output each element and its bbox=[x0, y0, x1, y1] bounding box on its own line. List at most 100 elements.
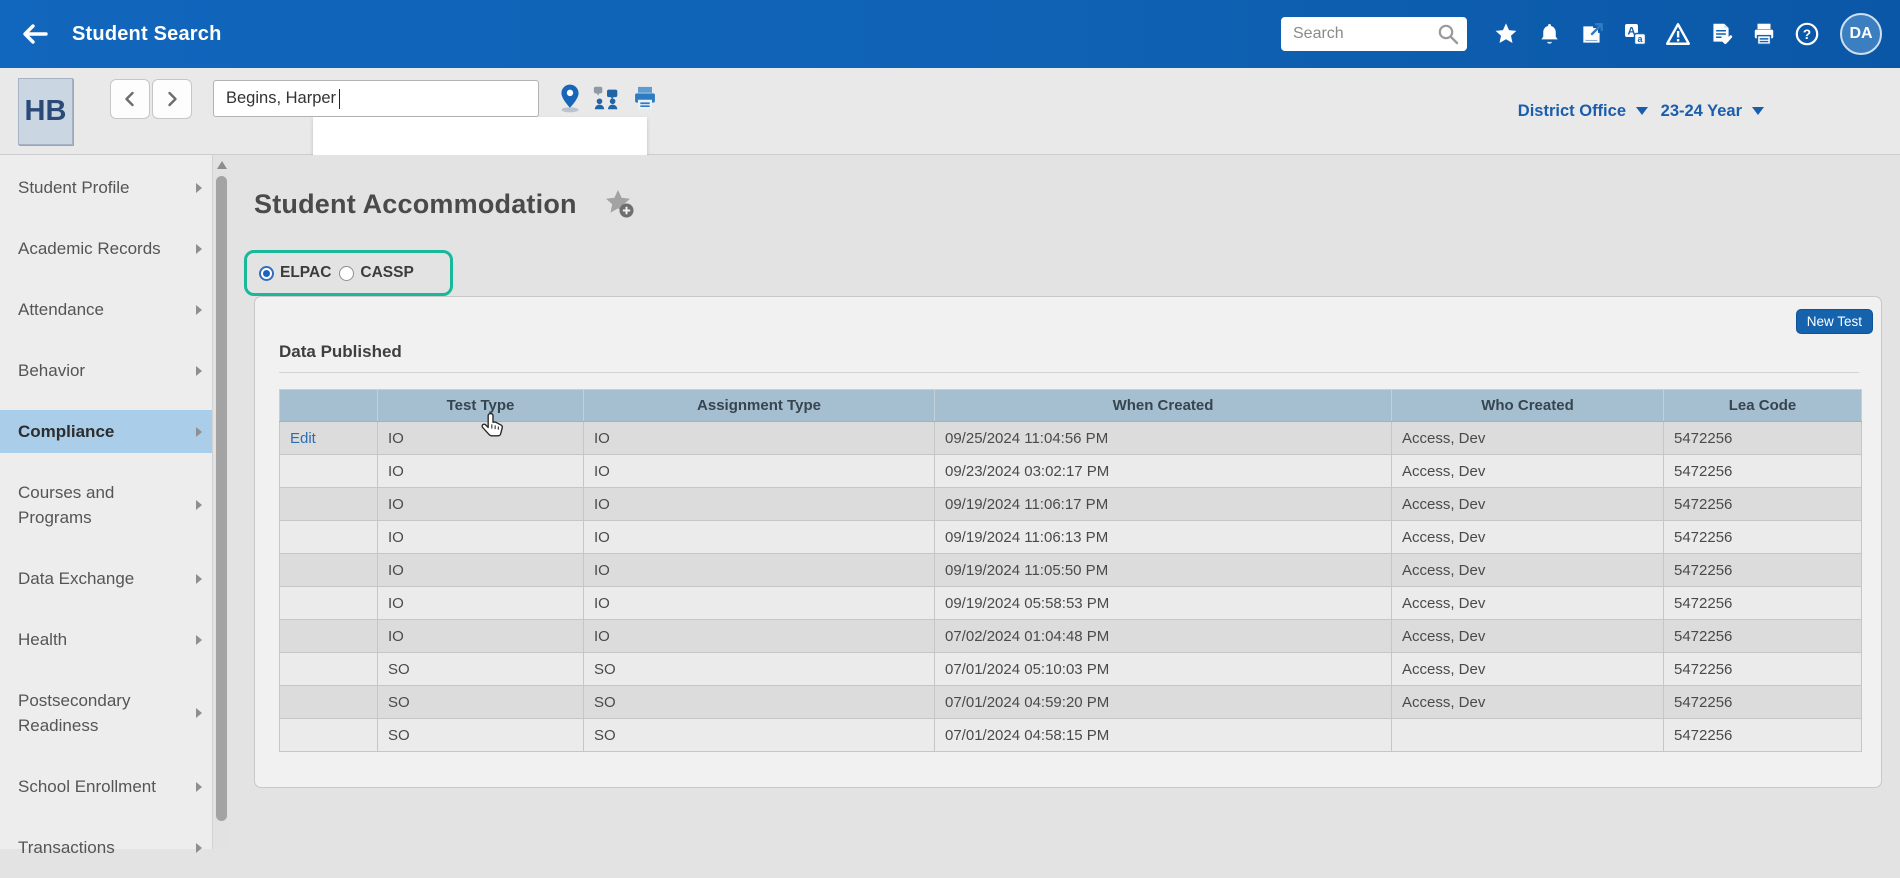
student-context-bar: HB District Office 23-24 Year bbox=[0, 68, 1900, 155]
cell-action bbox=[280, 488, 378, 521]
cell-when-created: 09/19/2024 05:58:53 PM bbox=[935, 587, 1392, 620]
cell-action bbox=[280, 587, 378, 620]
cell-action bbox=[280, 686, 378, 719]
back-arrow-icon bbox=[19, 18, 51, 50]
cell-assignment-type: SO bbox=[584, 653, 935, 686]
sidebar-item-label: Transactions bbox=[18, 835, 115, 860]
cell-assignment-type: IO bbox=[584, 422, 935, 455]
cell-assignment-type: IO bbox=[584, 488, 935, 521]
sidebar-item-label: Data Exchange bbox=[18, 566, 134, 591]
radio-option-elpac[interactable]: ELPAC bbox=[259, 264, 331, 282]
contacts-conference-icon[interactable] bbox=[592, 83, 622, 113]
sidebar-item-academic-records[interactable]: Academic Records bbox=[0, 218, 212, 279]
cell-test-type: SO bbox=[378, 686, 584, 719]
cell-assignment-type: IO bbox=[584, 587, 935, 620]
sidebar-item-school-enrollment[interactable]: School Enrollment bbox=[0, 756, 212, 817]
cell-lea-code: 5472256 bbox=[1664, 455, 1862, 488]
cell-lea-code: 5472256 bbox=[1664, 653, 1862, 686]
student-photo-placeholder: HB bbox=[18, 78, 73, 145]
scrollbar-up-arrow[interactable] bbox=[217, 161, 227, 169]
cell-who-created: Access, Dev bbox=[1392, 554, 1664, 587]
cell-action bbox=[280, 455, 378, 488]
translate-icon[interactable]: Aa bbox=[1622, 21, 1648, 47]
compose-new-window-icon[interactable] bbox=[1579, 21, 1605, 47]
new-test-button[interactable]: New Test bbox=[1796, 309, 1873, 334]
cell-when-created: 09/19/2024 11:06:17 PM bbox=[935, 488, 1392, 521]
sidebar-item-label: Behavior bbox=[18, 358, 85, 383]
cell-lea-code: 5472256 bbox=[1664, 488, 1862, 521]
column-header-assignment-type[interactable]: Assignment Type bbox=[584, 390, 935, 422]
cell-lea-code: 5472256 bbox=[1664, 587, 1862, 620]
column-header-lea-code[interactable]: Lea Code bbox=[1664, 390, 1862, 422]
user-avatar[interactable]: DA bbox=[1840, 13, 1882, 55]
sidebar-item-data-exchange[interactable]: Data Exchange bbox=[0, 548, 212, 609]
help-icon[interactable]: ? bbox=[1794, 21, 1820, 47]
next-student-button[interactable] bbox=[152, 79, 192, 119]
column-header-when-created[interactable]: When Created bbox=[935, 390, 1392, 422]
year-selector[interactable]: 23-24 Year bbox=[1661, 68, 1764, 154]
data-published-heading: Data Published bbox=[279, 342, 1859, 362]
cell-who-created: Access, Dev bbox=[1392, 620, 1664, 653]
cell-assignment-type: IO bbox=[584, 455, 935, 488]
sidebar-item-transactions[interactable]: Transactions bbox=[0, 817, 212, 878]
scrollbar-thumb[interactable] bbox=[216, 176, 227, 821]
notifications-bell-icon[interactable] bbox=[1536, 21, 1562, 47]
sidebar-item-health[interactable]: Health bbox=[0, 609, 212, 670]
radio-option-cassp[interactable]: CASSP bbox=[339, 264, 413, 282]
school-selector-label: District Office bbox=[1518, 102, 1626, 121]
edit-link[interactable]: Edit bbox=[290, 430, 316, 447]
cell-test-type: SO bbox=[378, 653, 584, 686]
cell-who-created: Access, Dev bbox=[1392, 653, 1664, 686]
table-header-row: Test TypeAssignment TypeWhen CreatedWho … bbox=[280, 390, 1862, 422]
chevron-right-icon bbox=[196, 635, 202, 645]
column-header-actions[interactable] bbox=[280, 390, 378, 422]
radio-button-icon[interactable] bbox=[259, 266, 274, 281]
chevron-right-icon bbox=[196, 574, 202, 584]
cell-when-created: 07/01/2024 04:59:20 PM bbox=[935, 686, 1392, 719]
chevron-right-icon bbox=[196, 305, 202, 315]
student-search-dropdown[interactable] bbox=[313, 117, 647, 155]
chevron-right-icon bbox=[196, 708, 202, 718]
sidebar-item-student-profile[interactable]: Student Profile bbox=[0, 157, 212, 218]
school-selector[interactable]: District Office bbox=[1518, 68, 1648, 154]
warning-triangle-icon[interactable] bbox=[1665, 21, 1691, 47]
cell-assignment-type: SO bbox=[584, 719, 935, 752]
table-row: IOIO09/19/2024 11:05:50 PMAccess, Dev547… bbox=[280, 554, 1862, 587]
back-button[interactable] bbox=[14, 13, 56, 55]
cell-lea-code: 5472256 bbox=[1664, 719, 1862, 752]
favorites-star-icon[interactable] bbox=[1493, 21, 1519, 47]
cell-when-created: 09/19/2024 11:06:13 PM bbox=[935, 521, 1392, 554]
student-name-input[interactable] bbox=[213, 80, 539, 117]
student-printer-icon[interactable] bbox=[630, 83, 660, 113]
column-header-who-created[interactable]: Who Created bbox=[1392, 390, 1664, 422]
previous-student-button[interactable] bbox=[110, 79, 150, 119]
cell-assignment-type: SO bbox=[584, 686, 935, 719]
cell-lea-code: 5472256 bbox=[1664, 620, 1862, 653]
page-context-title: Student Search bbox=[72, 23, 222, 46]
printer-icon[interactable] bbox=[1751, 21, 1777, 47]
cell-action bbox=[280, 653, 378, 686]
location-pin-icon[interactable] bbox=[555, 83, 585, 113]
column-header-test-type[interactable]: Test Type bbox=[378, 390, 584, 422]
sidebar-nav: Student ProfileAcademic RecordsAttendanc… bbox=[0, 155, 212, 849]
sidebar-item-courses-and-programs[interactable]: Courses and Programs bbox=[0, 462, 212, 548]
cell-action bbox=[280, 620, 378, 653]
sidebar-item-compliance[interactable]: Compliance bbox=[0, 401, 212, 462]
page-favorite-star-plus-icon[interactable] bbox=[603, 188, 637, 220]
sidebar-item-behavior[interactable]: Behavior bbox=[0, 340, 212, 401]
document-check-icon[interactable] bbox=[1708, 21, 1734, 47]
cell-who-created: Access, Dev bbox=[1392, 455, 1664, 488]
cell-test-type: IO bbox=[378, 455, 584, 488]
cell-when-created: 07/01/2024 04:58:15 PM bbox=[935, 719, 1392, 752]
cell-when-created: 07/02/2024 01:04:48 PM bbox=[935, 620, 1392, 653]
cell-lea-code: 5472256 bbox=[1664, 521, 1862, 554]
cell-assignment-type: IO bbox=[584, 554, 935, 587]
radio-button-icon[interactable] bbox=[339, 266, 354, 281]
table-row: IOIO09/19/2024 05:58:53 PMAccess, Dev547… bbox=[280, 587, 1862, 620]
search-icon[interactable] bbox=[1436, 22, 1460, 46]
chevron-right-icon bbox=[196, 366, 202, 376]
sidebar-item-attendance[interactable]: Attendance bbox=[0, 279, 212, 340]
sidebar-item-postsecondary-readiness[interactable]: Postsecondary Readiness bbox=[0, 670, 212, 756]
top-app-bar: Student Search Aa ? DA bbox=[0, 0, 1900, 68]
cell-test-type: SO bbox=[378, 719, 584, 752]
